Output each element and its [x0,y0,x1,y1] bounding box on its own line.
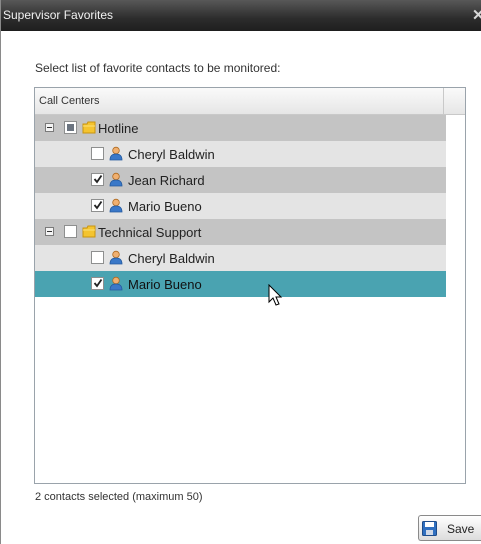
contact-label: Cheryl Baldwin [128,147,215,162]
contact-checkbox[interactable] [91,277,104,290]
tree-contact-row[interactable]: Cheryl Baldwin [35,245,446,271]
group-checkbox[interactable] [64,121,77,134]
group-label: Hotline [98,121,139,136]
collapse-icon[interactable] [45,227,54,236]
save-button-label: Save [447,522,475,536]
close-icon[interactable]: ✕ [472,6,481,24]
column-separator [443,88,444,114]
contact-checkbox[interactable] [91,199,104,212]
column-header-call-centers[interactable]: Call Centers [39,95,100,107]
tree-contact-row-selected[interactable]: Mario Bueno [35,271,446,297]
check-icon [93,200,103,210]
call-centers-tree[interactable]: Call Centers Hotline Cheryl Baldwin Jean… [34,87,466,484]
user-icon [109,198,123,213]
group-checkbox[interactable] [64,225,77,238]
contact-label: Cheryl Baldwin [128,251,215,266]
collapse-icon[interactable] [45,123,54,132]
grid-header: Call Centers [35,88,465,115]
contact-checkbox[interactable] [91,251,104,264]
selection-status: 2 contacts selected (maximum 50) [35,491,203,503]
check-icon [93,174,103,184]
user-icon [109,146,123,161]
contact-label: Jean Richard [128,173,205,188]
save-button[interactable]: Save [418,515,481,541]
supervisor-favorites-dialog: Supervisor Favorites ✕ Select list of fa… [0,0,481,544]
mouse-pointer-icon [268,284,283,306]
contact-checkbox[interactable] [91,147,104,160]
folder-icon [82,225,96,238]
contact-label: Mario Bueno [128,277,202,292]
check-icon [93,278,103,288]
tree-group-row[interactable]: Technical Support [35,219,446,245]
group-label: Technical Support [98,225,202,240]
contact-label: Mario Bueno [128,199,202,214]
contact-checkbox[interactable] [91,173,104,186]
dialog-titlebar[interactable]: Supervisor Favorites ✕ [1,0,481,31]
tree-contact-row[interactable]: Mario Bueno [35,193,446,219]
tree-group-row[interactable]: Hotline [35,115,446,141]
dialog-title: Supervisor Favorites [3,8,114,22]
floppy-disk-icon [422,521,437,536]
user-icon [109,276,123,291]
user-icon [109,172,123,187]
tree-contact-row[interactable]: Cheryl Baldwin [35,141,446,167]
tree-contact-row[interactable]: Jean Richard [35,167,446,193]
instruction-text: Select list of favorite contacts to be m… [35,61,281,75]
folder-icon [82,121,96,134]
user-icon [109,250,123,265]
